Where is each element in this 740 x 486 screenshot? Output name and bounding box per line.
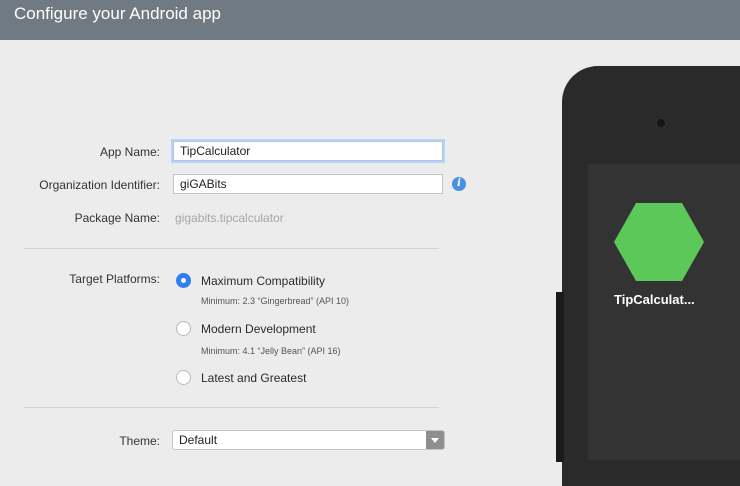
radio-label-modern-development[interactable]: Modern Development [201, 322, 316, 336]
divider [24, 248, 439, 249]
org-identifier-label: Organization Identifier: [39, 178, 160, 192]
radio-latest-and-greatest[interactable] [176, 370, 191, 385]
app-name-label: App Name: [99, 145, 160, 159]
radio-sub-maximum-compatibility: Minimum: 2.3 “Gingerbread” (API 10) [201, 296, 350, 306]
device-side-edge [556, 292, 564, 462]
app-launcher-icon [614, 203, 704, 281]
target-platforms-label: Target Platforms: [69, 272, 160, 286]
camera-icon [654, 116, 668, 130]
divider [24, 407, 439, 408]
radio-label-maximum-compatibility[interactable]: Maximum Compatibility [201, 274, 325, 288]
org-identifier-input[interactable] [173, 174, 443, 194]
app-name-preview: TipCalculat... [614, 292, 695, 307]
radio-maximum-compatibility[interactable] [176, 273, 191, 288]
theme-label: Theme: [119, 434, 160, 448]
theme-select[interactable]: Default [172, 430, 445, 450]
radio-modern-development[interactable] [176, 321, 191, 336]
chevron-down-icon[interactable] [426, 431, 444, 449]
radio-sub-modern-development: Minimum: 4.1 “Jelly Bean” (API 16) [201, 346, 341, 356]
package-name-value: gigabits.tipcalculator [175, 211, 284, 225]
package-name-label: Package Name: [74, 211, 160, 225]
info-icon[interactable]: i [452, 177, 466, 191]
radio-label-latest-and-greatest[interactable]: Latest and Greatest [201, 371, 306, 385]
app-name-input[interactable] [173, 141, 443, 161]
page-title: Configure your Android app [14, 4, 221, 23]
title-bar: Configure your Android app [0, 0, 740, 40]
theme-select-value: Default [179, 433, 218, 447]
